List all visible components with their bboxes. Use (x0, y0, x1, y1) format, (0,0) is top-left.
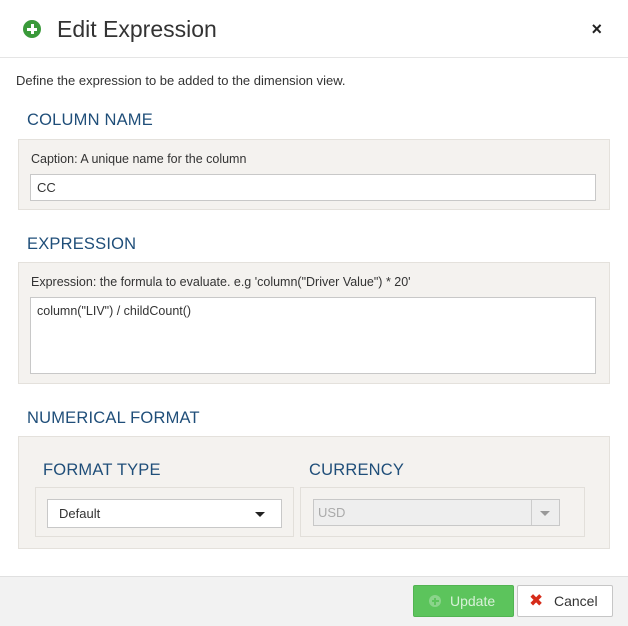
dialog-description: Define the expression to be added to the… (16, 73, 346, 88)
column-name-heading: COLUMN NAME (27, 111, 153, 129)
format-type-cell: Default (35, 487, 294, 537)
cancel-x-icon: ✖ (529, 591, 544, 610)
currency-cell: USD (300, 487, 585, 537)
expression-heading: EXPRESSION (27, 235, 137, 253)
close-icon[interactable]: × (591, 19, 602, 39)
dialog-header: Edit Expression × (0, 0, 628, 58)
cancel-button[interactable]: ✖ Cancel (517, 585, 613, 617)
expression-panel: Expression: the formula to evaluate. e.g… (18, 262, 610, 384)
format-type-select[interactable]: Default (47, 499, 282, 528)
chevron-down-icon (540, 511, 550, 516)
numerical-format-panel: FORMAT TYPE CURRENCY Default USD (18, 436, 610, 549)
edit-expression-dialog: Edit Expression × Define the expression … (0, 0, 628, 626)
numerical-format-heading: NUMERICAL FORMAT (27, 409, 200, 427)
plus-circle-icon (429, 595, 441, 607)
add-circle-icon (23, 20, 41, 38)
currency-selected: USD (318, 505, 346, 520)
column-name-panel: Caption: A unique name for the column (18, 139, 610, 210)
currency-select-divider (531, 500, 532, 525)
currency-select: USD (313, 499, 560, 526)
update-button-label: Update (450, 593, 496, 609)
dialog-title: Edit Expression (57, 16, 217, 42)
dialog-footer: Update ✖ Cancel (0, 576, 628, 626)
update-button[interactable]: Update (413, 585, 514, 617)
format-type-heading: FORMAT TYPE (43, 461, 161, 479)
cancel-button-label: Cancel (554, 593, 598, 609)
currency-heading: CURRENCY (309, 461, 405, 479)
format-type-selected: Default (59, 506, 101, 521)
caption-input[interactable] (30, 174, 596, 201)
caption-label: Caption: A unique name for the column (31, 152, 247, 166)
expression-label: Expression: the formula to evaluate. e.g… (31, 275, 411, 289)
expression-textarea[interactable]: column("LIV") / childCount() (30, 297, 596, 374)
chevron-down-icon (255, 512, 265, 517)
